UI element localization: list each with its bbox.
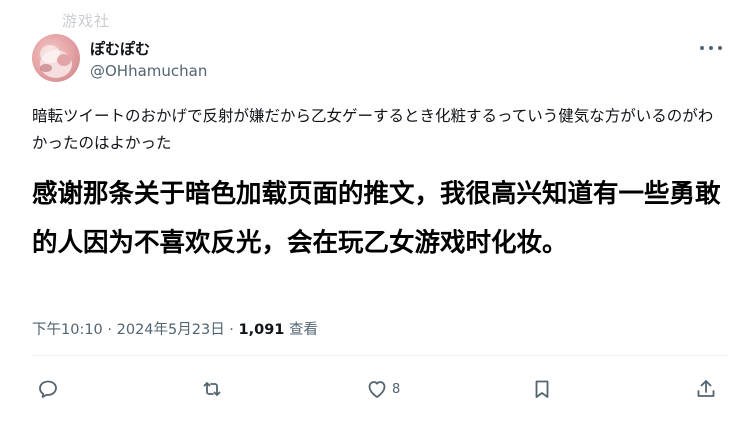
meta-separator: · [102,322,117,338]
tweet-date[interactable]: 2024年5月23日 [117,322,225,338]
likes-count: 8 [392,381,401,397]
share-button[interactable] [694,372,718,406]
avatar[interactable] [32,34,80,82]
retweet-button[interactable] [200,372,224,406]
divider [32,355,728,356]
tweet-time[interactable]: 下午10:10 [32,322,103,338]
like-icon [368,381,386,398]
retweet-icon [203,382,221,396]
watermark: 游戏社 [62,12,111,30]
share-icon [697,380,715,397]
user-handle[interactable]: @OHhamuchan [90,62,207,80]
meta-separator: · [224,322,239,338]
avatar-image [40,45,72,78]
tweet-header: ぽむぽむ @OHhamuchan [32,30,730,86]
views-label: 查看 [284,322,319,338]
action-bar: 8 [32,372,728,406]
translation-caption: 感谢那条关于暗色加载页面的推文，我很高兴知道有一些勇敢的人因为不喜欢反光，会在玩… [32,179,721,258]
more-icon[interactable] [700,40,722,56]
reply-button[interactable] [36,372,60,406]
bookmark-button[interactable] [530,372,554,406]
tweet-text: 暗転ツイートのおかげで反射が嫌だから乙女ゲーするとき化粧するっていう健気な方がい… [32,107,714,152]
reply-icon [39,380,57,398]
display-name[interactable]: ぽむぽむ [90,38,150,59]
tweet-meta: 下午10:10 · 2024年5月23日 · 1,091 查看 [32,318,318,339]
like-button[interactable]: 8 [365,372,400,406]
bookmark-icon [535,380,549,398]
views-count: 1,091 [238,322,285,338]
